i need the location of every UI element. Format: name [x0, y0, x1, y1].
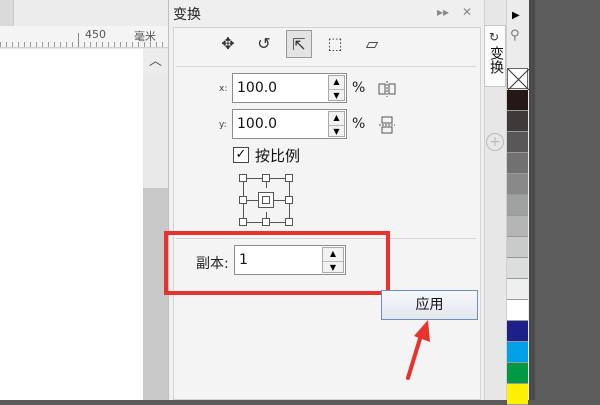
workspace-edge — [529, 0, 535, 400]
horizontal-ruler: 450 毫米 — [0, 26, 168, 48]
docker-collapse-button[interactable]: ▸▸ — [437, 5, 449, 19]
toolbar-divider — [176, 66, 476, 67]
y-scale-increment-button[interactable]: ▲ — [329, 112, 344, 124]
rotate-icon: ↺ — [257, 34, 271, 53]
anchor-top-left[interactable] — [239, 174, 247, 182]
x-scale-unit: % — [352, 80, 366, 96]
horizontal-mirror-icon — [378, 81, 396, 97]
anchor-top-center[interactable] — [262, 174, 270, 182]
y-scale-decrement-button[interactable]: ▼ — [329, 125, 344, 137]
x-scale-increment-button[interactable]: ▲ — [329, 76, 344, 88]
x-scale-value[interactable]: 100.0 — [237, 80, 277, 96]
y-scale-value[interactable]: 100.0 — [237, 116, 277, 132]
anchor-bottom-center[interactable] — [262, 218, 270, 226]
color-swatch[interactable] — [507, 174, 528, 195]
y-scale-unit: % — [352, 116, 366, 132]
color-swatch[interactable] — [507, 153, 528, 174]
color-swatch[interactable] — [507, 279, 528, 300]
docker-title-bar: 变换 ▸▸ ✕ — [169, 0, 485, 26]
anchor-middle-left[interactable] — [239, 196, 247, 204]
color-swatch[interactable] — [507, 132, 528, 153]
x-scale-decrement-button[interactable]: ▼ — [329, 89, 344, 101]
annotation-arrow — [406, 320, 430, 380]
ruler-unit: 毫米 — [134, 30, 156, 43]
size-tool-button[interactable]: ⬚ — [322, 30, 348, 58]
anchor-middle-right[interactable] — [285, 196, 293, 204]
scrollbar-track[interactable] — [143, 75, 168, 188]
workspace-background — [529, 0, 600, 400]
position-icon: ✥ — [221, 34, 235, 53]
palette-menu-arrow-icon[interactable]: ▶ — [512, 10, 520, 21]
color-swatch[interactable] — [507, 363, 528, 384]
transform-icon: ↻ — [489, 30, 500, 44]
no-color-swatch[interactable] — [507, 68, 529, 90]
ruler-major-tick — [78, 33, 79, 47]
canvas-left-edge — [0, 0, 14, 26]
color-swatch[interactable] — [507, 195, 528, 216]
scale-mirror-icon: ⇱ — [292, 35, 306, 54]
x-scale-spinbox[interactable]: 100.0 ▲ ▼ — [232, 73, 347, 103]
y-scale-label: y: — [219, 120, 227, 130]
color-swatch[interactable] — [507, 258, 528, 279]
annotation-highlight-box — [164, 231, 390, 295]
ruler-mark-value: 450 — [85, 28, 106, 41]
color-swatch[interactable] — [507, 90, 528, 111]
apply-button[interactable]: 应用 — [381, 290, 478, 320]
skew-tool-button[interactable]: ⏥ — [359, 30, 385, 58]
horizontal-mirror-button[interactable] — [377, 79, 397, 99]
drawing-canvas-area: 450 毫米 ︿ — [0, 0, 168, 400]
transform-docker: 变换 ▸▸ ✕ — [168, 0, 485, 400]
vertical-mirror-icon — [379, 116, 395, 134]
tab-transform-label: 变换 — [488, 46, 504, 74]
drawing-page[interactable] — [0, 49, 143, 400]
proportional-label[interactable]: 按比例 — [255, 145, 300, 166]
anchor-bottom-left[interactable] — [239, 218, 247, 226]
color-swatch[interactable] — [507, 321, 528, 342]
tab-transform[interactable]: ↻ 变换 — [484, 25, 506, 87]
color-swatch[interactable] — [507, 342, 528, 363]
color-swatch[interactable] — [507, 237, 528, 258]
skew-icon: ⏥ — [365, 34, 379, 53]
no-color-x-icon — [508, 69, 529, 90]
anchor-top-right[interactable] — [285, 174, 293, 182]
docker-close-button[interactable]: ✕ — [462, 5, 472, 19]
eyedropper-icon[interactable]: ⚲ — [510, 28, 520, 43]
position-tool-button[interactable]: ✥ — [215, 30, 241, 58]
docker-title: 变换 — [173, 7, 201, 23]
y-scale-spinbox[interactable]: 100.0 ▲ ▼ — [232, 109, 347, 139]
anchor-center-inner — [262, 196, 270, 204]
x-scale-label: x: — [219, 84, 228, 94]
color-swatch[interactable] — [507, 216, 528, 237]
vertical-mirror-button[interactable] — [377, 115, 397, 135]
y-scale-spin-buttons: ▲ ▼ — [328, 111, 345, 137]
anchor-bottom-right[interactable] — [285, 218, 293, 226]
size-icon: ⬚ — [327, 34, 343, 53]
scale-mirror-tool-button[interactable]: ⇱ — [286, 30, 312, 58]
proportional-checkbox[interactable]: ✓ — [233, 147, 249, 163]
anchor-center[interactable] — [258, 192, 274, 208]
rotate-tool-button[interactable]: ↺ — [251, 30, 277, 58]
color-swatch[interactable] — [507, 300, 528, 321]
x-scale-spin-buttons: ▲ ▼ — [328, 75, 345, 101]
color-swatch[interactable] — [507, 384, 528, 405]
color-swatch[interactable] — [507, 111, 528, 132]
scroll-up-button[interactable]: ︿ — [143, 49, 168, 75]
canvas-top-strip — [0, 0, 168, 26]
add-docker-icon[interactable]: + — [486, 133, 504, 151]
